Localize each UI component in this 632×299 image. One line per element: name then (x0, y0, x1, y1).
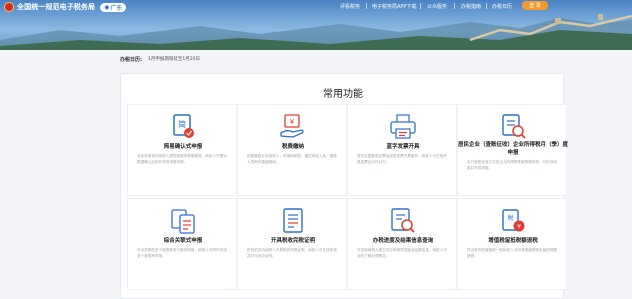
function-tile-simple-declaration[interactable]: 简 简易确认式申报 对业务简单的纳税人提供税费申报等服务，纳税人只需对数据确认后… (127, 104, 237, 196)
tile-description: 符合条件的增值税一般纳税人可申请增值税期末留抵税额退税。 (467, 248, 557, 258)
common-functions-panel: 常用功能 简 简易确认式申报 对业务简单的纳税人提供税费申报等服务，纳税人只需对… (120, 73, 569, 299)
tile-description: 可查询纳税人提交的办税事项进度及结果信息，纳税人可及时了解办理情况。 (357, 248, 447, 258)
tax-calendar-notice[interactable]: 1月申报期限延至1月20日 (148, 56, 200, 62)
tax-certificate-icon (283, 208, 303, 233)
function-tile-tax-payment[interactable]: ¥ 税费缴纳 税费缴款业务纳税人，可缴纳税费，通过申报入库，缴费人员即可直接缴纳… (237, 104, 347, 196)
progress-query-icon (391, 208, 415, 233)
tile-description: 税务机关为纳税人开具税收完税证明，纳税人可在线申请并打印对应证明。 (247, 248, 337, 258)
nav-item-4[interactable]: 办税日历 (492, 3, 512, 10)
header-banner: 全国统一规范电子税务局 ◉ 广东 评看税务 电子税务局APP下载 公众服务 办税… (0, 0, 632, 50)
tile-title: 增值税留抵税额退税 (488, 238, 538, 244)
tile-title: 办税进度及结果信息查询 (372, 238, 434, 244)
tax-calendar-label: 办税日历: (120, 57, 142, 63)
login-button[interactable]: 登 录 (522, 1, 548, 10)
tile-title: 税费缴纳 (281, 144, 304, 150)
location-pin-icon: ◉ (104, 3, 110, 11)
svg-text:简: 简 (178, 119, 186, 129)
enterprise-income-tax-icon (502, 114, 526, 139)
function-tile-vat-refund[interactable]: 税 ¥ 增值税留抵税额退税 符合条件的增值税一般纳税人可申请增值税期末留抵税额退… (457, 198, 567, 290)
nav-item-2[interactable]: 公众服务 (427, 3, 447, 10)
blue-invoice-icon (390, 114, 416, 139)
function-tile-enterprise-income-tax[interactable]: 居民企业（查账征收）企业所得税月（季）度申报 实行查账征收方式的企业所得税季度预… (457, 104, 569, 196)
function-tile-tax-certificate[interactable]: 开具税收完税证明 税务机关为纳税人开具税收完税证明，纳税人可在线申请并打印对应证… (237, 198, 347, 290)
login-button-label: 登 录 (529, 3, 541, 9)
national-emblem-icon (4, 2, 14, 12)
nav-divider (486, 3, 487, 9)
tile-description: 可对关联的多个税费种进行集成申报，纳税人可同时完成多个税费种申报。 (137, 248, 227, 258)
comprehensive-declaration-icon (171, 209, 195, 234)
svg-text:¥: ¥ (517, 224, 521, 231)
function-tile-comprehensive-declaration[interactable]: 综合关联式申报 可对关联的多个税费种进行集成申报，纳税人可同时完成多个税费种申报… (127, 198, 237, 290)
tax-calendar-bar: 办税日历: 1月申报期限延至1月20日 (0, 50, 632, 70)
brand[interactable]: 全国统一规范电子税务局 ◉ 广东 (4, 2, 127, 12)
nav-item-3[interactable]: 办税指南 (461, 3, 481, 10)
nav-divider (420, 3, 421, 9)
simple-declaration-icon: 简 (173, 114, 194, 138)
vat-refund-icon: 税 ¥ (502, 209, 525, 232)
top-nav: 评看税务 (340, 3, 360, 10)
tile-title: 开具税收完税证明 (270, 238, 315, 244)
tile-description: 实行查账征收方式的企业所得税季度预缴申报，可在线填报并完成申报。 (467, 160, 557, 170)
nav-divider (454, 3, 455, 9)
svg-text:税: 税 (507, 214, 513, 222)
svg-text:¥: ¥ (290, 118, 295, 126)
nav-divider (366, 3, 367, 9)
tile-title: 蓝字发票开具 (386, 144, 420, 150)
site-title: 全国统一规范电子税务局 (17, 3, 96, 11)
function-tile-progress-query[interactable]: 办税进度及结果信息查询 可查询纳税人提交的办税事项进度及结果信息，纳税人可及时了… (347, 198, 457, 290)
section-title: 常用功能 (323, 89, 363, 100)
nav-item-1[interactable]: 电子税务局APP下载 (372, 3, 416, 10)
tile-description: 对业务简单的纳税人提供税费申报等服务，纳税人只需对数据确认后即可完成申报申报。 (137, 154, 227, 164)
tile-description: 税费缴款业务纳税人，可缴纳税费，通过申报入库，缴费人员即可直接缴纳。 (247, 154, 337, 164)
tax-payment-icon: ¥ (280, 114, 304, 138)
nav-item-0[interactable]: 评看税务 (340, 3, 360, 10)
function-tile-blue-invoice[interactable]: 蓝字发票开具 提供全国数电发票及纸质发票开具服务，纳税人可在线开具发票后交付对方… (347, 104, 457, 196)
region-selector[interactable]: ◉ 广东 (100, 2, 127, 12)
tile-description: 提供全国数电发票及纸质发票开具服务，纳税人可在线开具发票后交付对方。 (357, 154, 447, 164)
region-label: 广东 (110, 4, 123, 12)
tile-title: 居民企业（查账征收）企业所得税月（季）度申报 (458, 142, 569, 156)
tile-title: 简易确认式申报 (163, 144, 203, 150)
tile-title: 综合关联式申报 (163, 238, 203, 244)
